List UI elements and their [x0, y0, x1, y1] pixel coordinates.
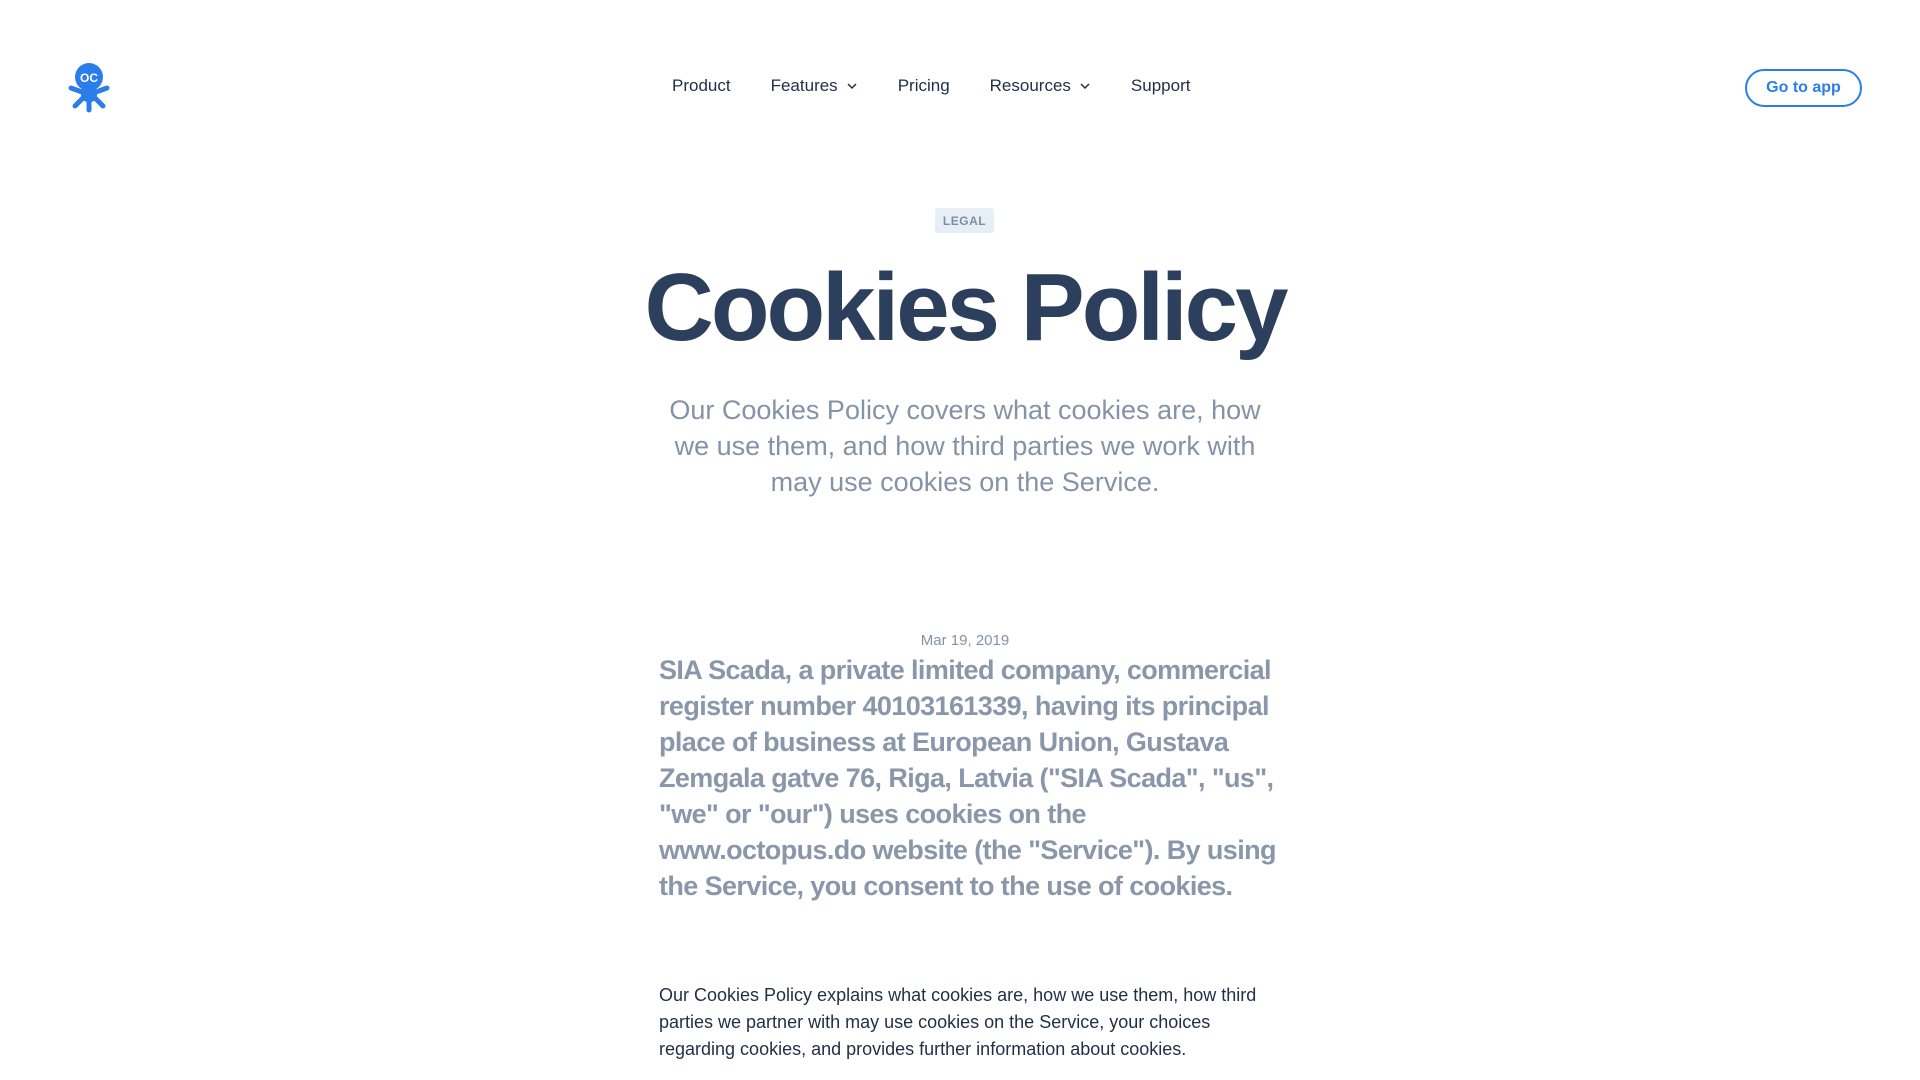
lead-paragraph: SIA Scada, a private limited company, co…: [659, 655, 1277, 901]
nav-item-support[interactable]: Support: [1131, 76, 1191, 96]
publish-date: Mar 19, 2019: [920, 632, 1010, 649]
chevron-down-icon: [847, 83, 857, 90]
site-header: OC Product Features Pricing Resources Su…: [0, 0, 1920, 176]
main-nav: Product Features Pricing Resources Suppo…: [672, 76, 1230, 96]
nav-item-label: Support: [1130, 76, 1191, 95]
nav-item-features[interactable]: Features: [771, 76, 858, 96]
body-paragraph: Our Cookies Policy explains what cookies…: [659, 985, 1257, 1059]
chevron-down-icon: [1080, 83, 1090, 90]
svg-text:OC: OC: [80, 71, 98, 85]
octopus-logo-icon[interactable]: OC: [66, 62, 112, 114]
legal-tag: LEGAL: [935, 208, 994, 233]
nav-item-label: Product: [672, 76, 731, 95]
page-title: Cookies Policy: [644, 254, 1289, 361]
nav-item-label: Features: [770, 76, 838, 95]
nav-item-resources[interactable]: Resources: [990, 76, 1091, 96]
nav-item-label: Resources: [989, 76, 1071, 95]
go-to-app-button[interactable]: Go to app: [1745, 69, 1862, 107]
nav-item-product[interactable]: Product: [672, 76, 731, 96]
nav-item-label: Pricing: [897, 76, 950, 95]
nav-item-pricing[interactable]: Pricing: [898, 76, 950, 96]
page-subtitle: Our Cookies Policy covers what cookies a…: [669, 395, 1261, 497]
